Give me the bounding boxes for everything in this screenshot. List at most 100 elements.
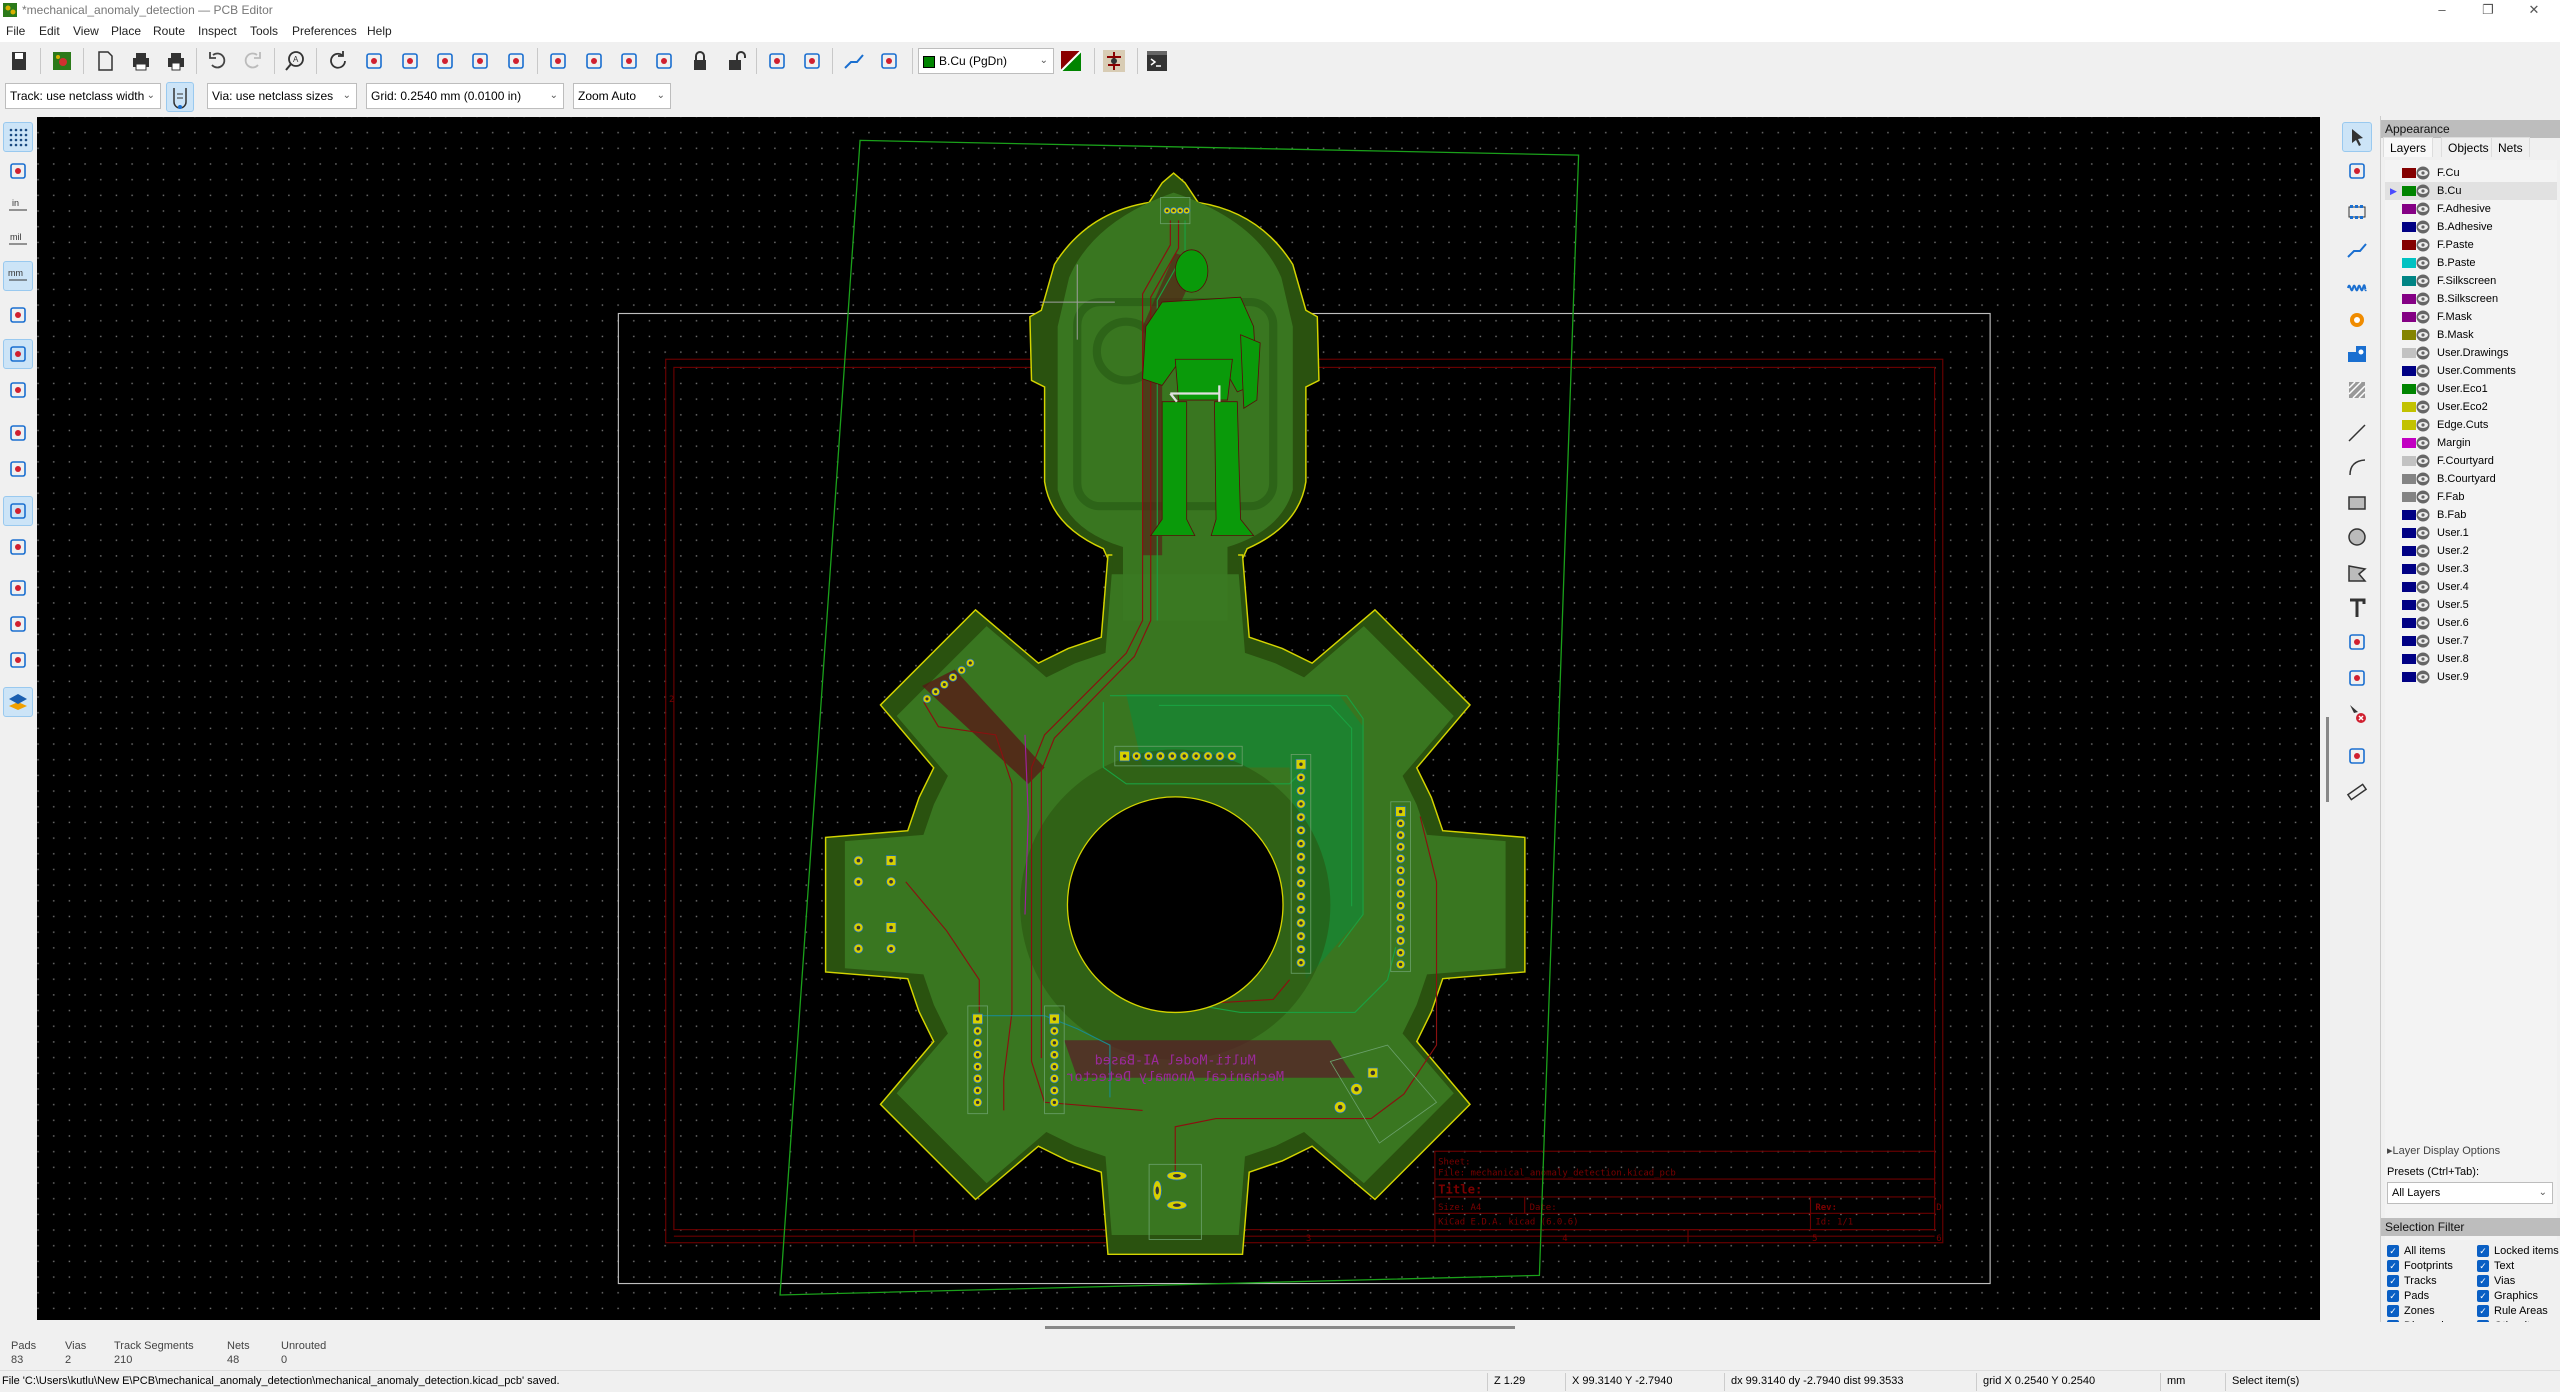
layer-color-swatch[interactable] [2402, 474, 2416, 484]
layer-row-b-paste[interactable]: B.Paste [2385, 254, 2557, 272]
layer-row-b-fab[interactable]: B.Fab [2385, 506, 2557, 524]
layer-row-b-adhesive[interactable]: B.Adhesive [2385, 218, 2557, 236]
menu-route[interactable]: Route [153, 24, 185, 38]
grid-select[interactable]: Grid: 0.2540 mm (0.0100 in) ⌄ [366, 83, 564, 109]
filter-locked-items[interactable]: ✓ Locked items [2477, 1244, 2559, 1258]
layer-color-swatch[interactable] [2402, 438, 2416, 448]
layer-row-user-2[interactable]: User.2 [2385, 542, 2557, 560]
layer-row-f-mask[interactable]: F.Mask [2385, 308, 2557, 326]
layer-row-b-silkscreen[interactable]: B.Silkscreen [2385, 290, 2557, 308]
layer-row-b-cu[interactable]: ▶ B.Cu [2385, 182, 2557, 200]
page-settings-icon[interactable] [90, 46, 120, 76]
layer-row-user-eco1[interactable]: User.Eco1 [2385, 380, 2557, 398]
via-size-select[interactable]: Via: use netclass sizes ⌄ [207, 83, 357, 109]
eye-icon[interactable] [2415, 454, 2431, 468]
checkbox[interactable]: ✓ [2477, 1260, 2489, 1272]
close-button[interactable]: ✕ [2512, 0, 2556, 20]
redo-icon[interactable] [238, 46, 268, 76]
plot-icon[interactable] [161, 46, 191, 76]
layer-color-swatch[interactable] [2402, 168, 2416, 178]
group-icon[interactable] [614, 46, 644, 76]
layer-display-options-toggle[interactable]: ▸Layer Display Options [2387, 1144, 2500, 1157]
add-zone-icon[interactable] [2342, 339, 2372, 369]
menu-tools[interactable]: Tools [250, 24, 278, 38]
draw-arc-icon[interactable] [2342, 452, 2372, 482]
zoom-select[interactable]: Zoom Auto ⌄ [573, 83, 671, 109]
route-track-icon[interactable] [839, 46, 869, 76]
save-icon[interactable] [4, 46, 34, 76]
checkbox[interactable]: ✓ [2387, 1290, 2399, 1302]
layer-pair-icon[interactable] [1056, 46, 1086, 76]
eye-icon[interactable] [2415, 472, 2431, 486]
layer-color-swatch[interactable] [2402, 636, 2416, 646]
eye-icon[interactable] [2415, 652, 2431, 666]
filter-footprints[interactable]: ✓ Footprints [2387, 1259, 2453, 1273]
track-outline-icon[interactable] [3, 454, 33, 484]
layer-row-user-6[interactable]: User.6 [2385, 614, 2557, 632]
tab-nets[interactable]: Nets [2491, 137, 2530, 157]
filter-tracks[interactable]: ✓ Tracks [2387, 1274, 2437, 1288]
eye-icon[interactable] [2415, 418, 2431, 432]
layer-row-user-9[interactable]: User.9 [2385, 668, 2557, 686]
drc-icon[interactable] [874, 46, 904, 76]
eye-icon[interactable] [2415, 670, 2431, 684]
eye-icon[interactable] [2415, 346, 2431, 360]
menu-preferences[interactable]: Preferences [292, 24, 357, 38]
via-outline-icon[interactable] [3, 573, 33, 603]
layer-row-f-paste[interactable]: F.Paste [2385, 236, 2557, 254]
pcb-canvas[interactable]: Sheet: File: mechanical_anomaly_detectio… [37, 117, 2320, 1320]
layer-row-user-comments[interactable]: User.Comments [2385, 362, 2557, 380]
delete-icon[interactable] [2342, 699, 2372, 729]
tab-layers[interactable]: Layers [2383, 137, 2434, 157]
menu-place[interactable]: Place [111, 24, 141, 38]
layer-color-swatch[interactable] [2402, 402, 2416, 412]
layer-color-swatch[interactable] [2402, 510, 2416, 520]
layer-color-swatch[interactable] [2402, 258, 2416, 268]
checkbox[interactable]: ✓ [2387, 1245, 2399, 1257]
layer-row-user-5[interactable]: User.5 [2385, 596, 2557, 614]
draw-circle-icon[interactable] [2342, 522, 2372, 552]
route-track-icon[interactable] [2342, 235, 2372, 265]
layer-color-swatch[interactable] [2402, 492, 2416, 502]
eye-icon[interactable] [2415, 292, 2431, 306]
ungroup-icon[interactable] [649, 46, 679, 76]
filter-text[interactable]: ✓ Text [2477, 1259, 2514, 1273]
footprint-browser-icon[interactable] [797, 46, 827, 76]
vertical-scrollbar-thumb[interactable] [2326, 717, 2329, 802]
layer-row-f-adhesive[interactable]: F.Adhesive [2385, 200, 2557, 218]
checkbox[interactable]: ✓ [2477, 1305, 2489, 1317]
track-width-select[interactable]: Track: use netclass width ⌄ [5, 83, 161, 109]
eye-icon[interactable] [2415, 310, 2431, 324]
vertical-scrollbar[interactable] [2322, 117, 2334, 1320]
eye-icon[interactable] [2415, 436, 2431, 450]
tune-length-icon[interactable] [2342, 271, 2372, 301]
layer-row-f-silkscreen[interactable]: F.Silkscreen [2385, 272, 2557, 290]
zoom-in-icon[interactable] [359, 46, 389, 76]
local-ratsnest-icon[interactable] [2342, 156, 2372, 186]
filter-vias[interactable]: ✓ Vias [2477, 1274, 2515, 1288]
layer-color-swatch[interactable] [2402, 312, 2416, 322]
eye-icon[interactable] [2415, 490, 2431, 504]
layer-color-swatch[interactable] [2402, 582, 2416, 592]
presets-select[interactable]: All Layers ⌄ [2387, 1182, 2553, 1204]
via-fill-icon[interactable] [3, 609, 33, 639]
layer-selector[interactable]: B.Cu (PgDn) ⌄ [918, 48, 1054, 74]
add-dimension-icon[interactable] [2342, 627, 2372, 657]
layer-row-user-1[interactable]: User.1 [2385, 524, 2557, 542]
add-text-icon[interactable] [2342, 593, 2372, 623]
update-pcb-icon[interactable] [762, 46, 792, 76]
pad-fill-icon[interactable] [3, 496, 33, 526]
curved-ratsnest-icon[interactable] [3, 375, 33, 405]
layer-row-user-3[interactable]: User.3 [2385, 560, 2557, 578]
rotate-ccw-icon[interactable] [543, 46, 573, 76]
layer-row-user-4[interactable]: User.4 [2385, 578, 2557, 596]
filter-graphics[interactable]: ✓ Graphics [2477, 1289, 2538, 1303]
menu-help[interactable]: Help [367, 24, 392, 38]
refresh-icon[interactable] [323, 46, 353, 76]
zoom-selection-icon[interactable] [501, 46, 531, 76]
eye-icon[interactable] [2415, 598, 2431, 612]
filter-zones[interactable]: ✓ Zones [2387, 1304, 2435, 1318]
layer-color-swatch[interactable] [2402, 222, 2416, 232]
filter-all-items[interactable]: ✓ All items [2387, 1244, 2446, 1258]
high-contrast-icon[interactable] [3, 418, 33, 448]
